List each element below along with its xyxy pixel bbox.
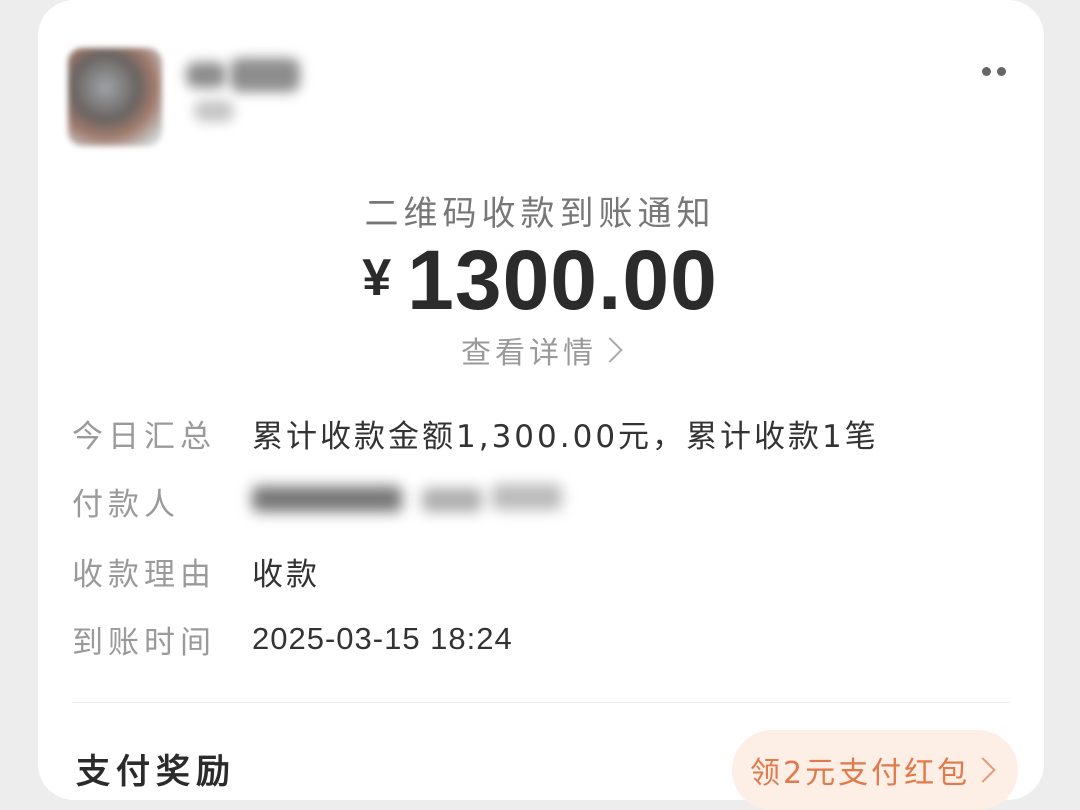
more-dots-icon [982, 66, 991, 76]
payer-row: 付款人 [72, 476, 572, 526]
account-name-redacted [186, 56, 316, 136]
rewards-title: 支付奖励 [76, 752, 236, 792]
amount-value: 1300.00 [407, 233, 718, 327]
summary-row: 今日汇总 累计收款金额1,300.00元，累计收款1笔 [72, 408, 879, 458]
time-label: 到账时间 [72, 624, 216, 661]
avatar[interactable] [68, 48, 162, 146]
reason-label: 收款理由 [72, 556, 216, 593]
chevron-right-icon [970, 757, 996, 783]
reason-value: 收款 [252, 556, 320, 593]
promo-label: 领2元支付红包 [750, 756, 971, 791]
reason-row: 收款理由 收款 [72, 546, 320, 596]
time-row: 到账时间 2025-03-15 18:24 [72, 614, 513, 664]
time-value: 2025-03-15 18:24 [252, 621, 513, 656]
payer-name-redacted [252, 476, 572, 526]
view-details-label: 查看详情 [461, 336, 597, 371]
summary-label: 今日汇总 [72, 418, 216, 455]
view-details-link[interactable]: 查看详情 [0, 328, 1080, 372]
payer-label: 付款人 [72, 486, 180, 523]
currency-symbol: ¥ [362, 249, 392, 307]
notice-title: 二维码收款到账通知 [364, 194, 716, 234]
summary-value: 累计收款金额1,300.00元，累计收款1笔 [252, 418, 879, 455]
amount-display: ¥1300.00 [0, 232, 1080, 329]
divider [72, 702, 1010, 703]
more-options-button[interactable] [982, 64, 1012, 78]
card-header [66, 44, 1040, 154]
chevron-right-icon [597, 337, 623, 363]
red-packet-promo-button[interactable]: 领2元支付红包 [732, 730, 1018, 810]
